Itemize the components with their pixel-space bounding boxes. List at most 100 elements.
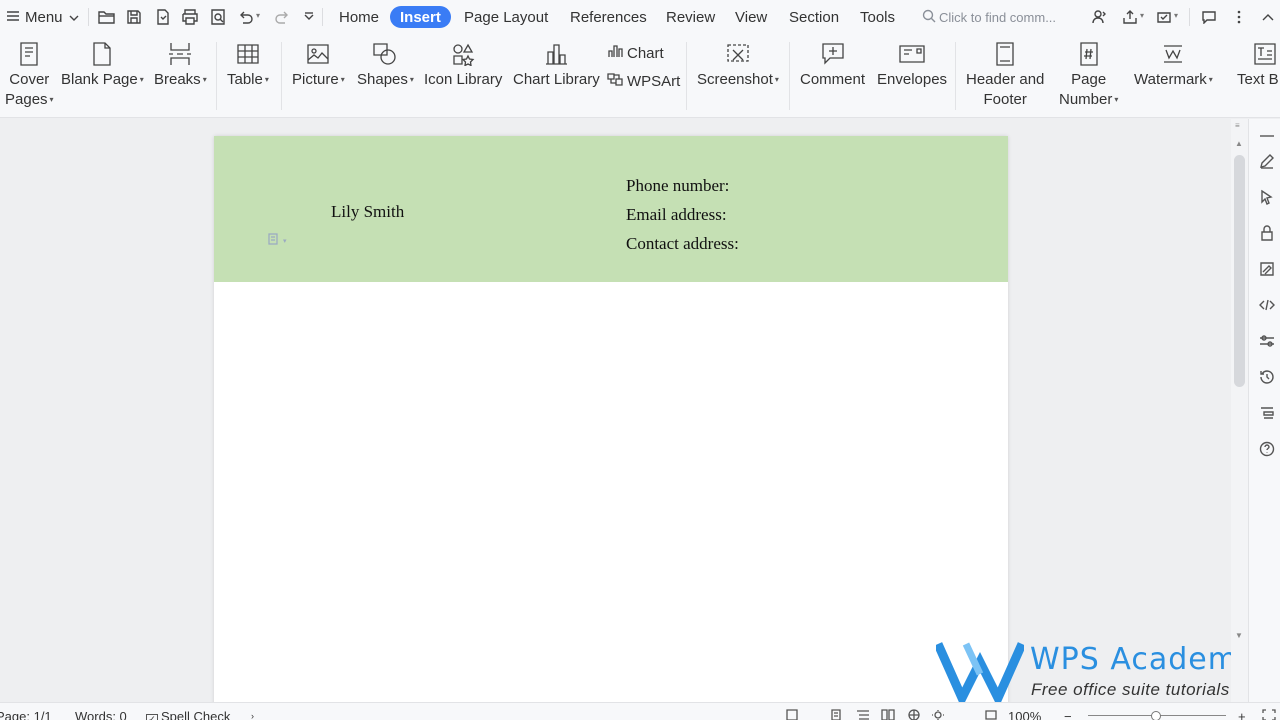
code-icon[interactable] (1258, 296, 1276, 314)
table-button[interactable]: Table ▾ (227, 40, 269, 90)
document-page[interactable]: Lily Smith Phone number: Email address: … (214, 136, 1008, 702)
panel-collapse-icon[interactable] (1258, 127, 1276, 145)
zoom-in-button[interactable]: + (1238, 710, 1246, 720)
tab-tools[interactable]: Tools (860, 0, 895, 34)
screenshot-button[interactable]: Screenshot ▾ (697, 40, 779, 90)
sync-icon[interactable] (1154, 7, 1174, 27)
export-pdf-icon[interactable] (153, 7, 173, 27)
scrollbar-thumb[interactable] (1234, 155, 1245, 387)
collapse-ribbon-icon[interactable] (1258, 7, 1278, 27)
envelopes-button[interactable]: Envelopes (877, 40, 947, 90)
zoom-slider-handle[interactable] (1151, 711, 1161, 720)
save-icon[interactable] (124, 7, 144, 27)
spell-check-label: Spell Check (161, 709, 231, 720)
tab-section[interactable]: Section (789, 0, 839, 34)
tab-insert[interactable]: Insert (390, 6, 451, 28)
search-icon (922, 9, 936, 26)
outline-view-icon[interactable] (856, 709, 870, 720)
chart-library-button[interactable]: Chart Library (513, 40, 600, 90)
icon-library-button[interactable]: Icon Library (424, 40, 502, 90)
table-label: Table (227, 71, 263, 88)
reading-view-icon[interactable] (881, 709, 895, 720)
fullscreen-icon[interactable] (1262, 709, 1276, 720)
header-footer-button[interactable]: Header and Footer (966, 40, 1044, 110)
cover-pages-label-2: Pages (5, 91, 48, 108)
zoom-out-button[interactable]: − (1064, 710, 1072, 720)
undo-icon[interactable] (236, 7, 256, 27)
print-layout-icon[interactable] (829, 709, 843, 720)
edit-pen-icon[interactable] (1258, 152, 1276, 170)
history-icon[interactable] (1258, 368, 1276, 386)
vertical-scrollbar[interactable]: ≡ ▲ ▼ (1231, 119, 1248, 702)
sync-dropdown-icon[interactable]: ▾ (1174, 11, 1178, 20)
more-options-icon[interactable] (1229, 7, 1249, 27)
menu-bar: Menu ▾ Home Insert Page Layout Reference… (0, 0, 1280, 34)
main-menu-button[interactable]: Menu (6, 0, 79, 34)
page-number-label-1: Page (1071, 71, 1107, 88)
text-box-button[interactable]: Text B (1237, 40, 1279, 90)
watermark-button[interactable]: Watermark ▾ (1134, 40, 1213, 90)
page-number-button[interactable]: Page Number ▾ (1059, 40, 1118, 110)
scroll-up-icon[interactable]: ▲ (1235, 139, 1243, 148)
fit-page-icon[interactable] (984, 709, 998, 720)
scroll-down-icon[interactable]: ▼ (1235, 631, 1243, 640)
chart-button[interactable]: Chart (607, 44, 664, 62)
wpsart-button[interactable]: WPSArt (607, 72, 680, 90)
header-footer-icon (991, 40, 1019, 68)
eye-protection-icon[interactable] (931, 709, 945, 720)
tab-references[interactable]: References (570, 0, 647, 34)
screenshot-label: Screenshot (697, 71, 773, 88)
text-box-label: Text B (1237, 71, 1279, 88)
contact-address-label[interactable]: Contact address: (626, 234, 739, 254)
paste-options-button[interactable]: ▾ (267, 232, 287, 249)
name-text[interactable]: Lily Smith (331, 202, 404, 222)
tab-view[interactable]: View (735, 0, 767, 34)
share-icon[interactable] (1120, 7, 1140, 27)
adjust-sliders-icon[interactable] (1258, 332, 1276, 350)
picture-button[interactable]: Picture ▾ (292, 40, 345, 90)
spell-check-button[interactable]: ✓ Spell Check (146, 710, 230, 720)
help-icon[interactable] (1258, 440, 1276, 458)
document-workspace[interactable]: Lily Smith Phone number: Email address: … (0, 119, 1231, 702)
watermark-label: Watermark (1134, 71, 1207, 88)
lock-icon[interactable] (1258, 224, 1276, 242)
phone-number-label[interactable]: Phone number: (626, 176, 729, 196)
table-icon (234, 40, 262, 68)
print-preview-icon[interactable] (208, 7, 228, 27)
customize-toolbar-icon[interactable] (299, 7, 319, 27)
select-cursor-icon[interactable] (1258, 188, 1276, 206)
comment-panel-icon[interactable] (1199, 7, 1219, 27)
wps-academy-subtitle: Free office suite tutorials (1031, 680, 1230, 699)
web-layout-icon[interactable] (907, 709, 921, 720)
search-box[interactable]: Click to find comm... (922, 0, 1056, 34)
list-panel-icon[interactable] (1258, 404, 1276, 422)
clipboard-icon (267, 232, 281, 249)
page-count[interactable]: Page: 1/1 (0, 710, 52, 720)
breaks-button[interactable]: Breaks ▾ (154, 40, 207, 90)
blank-page-icon (88, 40, 116, 68)
cover-pages-button[interactable]: Cover Pages ▾ (5, 40, 54, 110)
signature-icon[interactable] (1258, 260, 1276, 278)
shapes-button[interactable]: Shapes ▾ (357, 40, 414, 90)
scroll-top-icon[interactable]: ≡ (1235, 121, 1240, 130)
share-user-icon[interactable] (1089, 7, 1109, 27)
breaks-label: Breaks (154, 71, 201, 88)
comment-button[interactable]: Comment (800, 40, 865, 90)
focus-mode-icon[interactable] (785, 709, 799, 720)
print-icon[interactable] (180, 7, 200, 27)
word-count[interactable]: Words: 0 (75, 710, 127, 720)
redo-icon[interactable] (272, 7, 292, 27)
chart-library-label: Chart Library (513, 71, 600, 88)
wps-logo-mark (936, 642, 1024, 702)
zoom-level[interactable]: 100% (1008, 710, 1041, 720)
email-address-label[interactable]: Email address: (626, 205, 727, 225)
undo-dropdown-icon[interactable]: ▾ (256, 11, 260, 20)
chart-label: Chart (627, 44, 664, 62)
tab-review[interactable]: Review (666, 0, 715, 34)
tab-home[interactable]: Home (339, 0, 379, 34)
tab-page-layout[interactable]: Page Layout (464, 0, 548, 34)
open-folder-icon[interactable] (97, 7, 117, 27)
share-dropdown-icon[interactable]: ▾ (1140, 11, 1144, 20)
status-more-icon[interactable]: › (251, 710, 254, 720)
blank-page-button[interactable]: Blank Page ▾ (61, 40, 144, 90)
